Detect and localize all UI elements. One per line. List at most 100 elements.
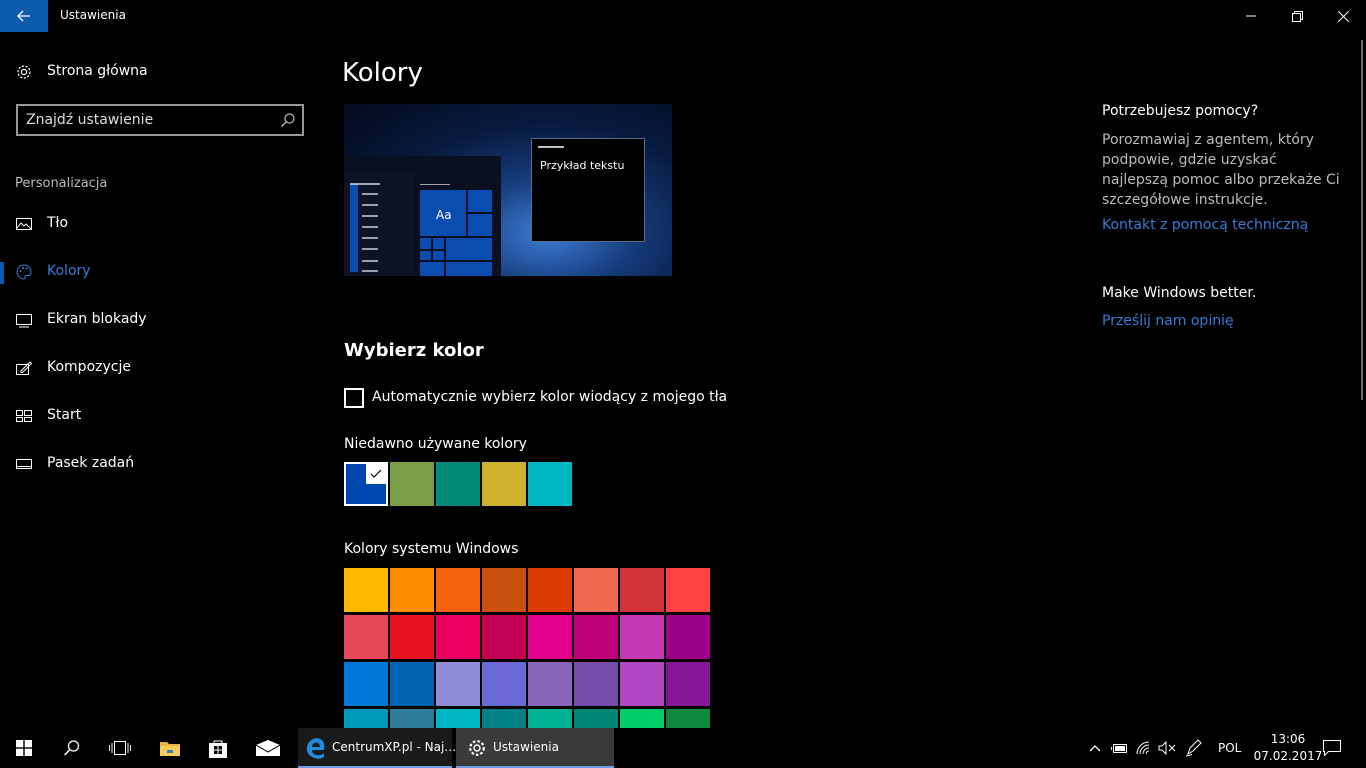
recent-color-swatch[interactable] [482,462,526,506]
themes-icon [16,361,32,375]
scrollbar[interactable] [1361,40,1363,400]
system-color-swatch[interactable] [390,709,434,728]
search-input[interactable] [26,110,276,130]
page-title: Kolory [342,58,423,88]
preview-window-bar [538,146,564,148]
system-color-swatch[interactable] [620,568,664,612]
system-color-swatch[interactable] [344,709,388,728]
sidebar-item-lock-screen[interactable]: Ekran blokady [0,300,330,340]
recent-color-swatch[interactable] [436,462,480,506]
sidebar-item-taskbar[interactable]: Pasek zadań [0,444,330,484]
edge-icon [306,738,325,759]
mail-button[interactable] [244,728,292,768]
system-color-swatch[interactable] [482,568,526,612]
system-color-swatch[interactable] [436,615,480,659]
system-color-swatch[interactable] [528,709,572,728]
system-color-swatch[interactable] [436,662,480,706]
system-color-swatch[interactable] [574,568,618,612]
taskbar: CentrumXP.pl - Naj… Ustawienia POL 13:06… [0,728,1366,768]
task-view-button[interactable] [96,728,144,768]
system-color-swatch[interactable] [574,615,618,659]
windows-logo-icon [16,740,32,756]
start-button[interactable] [0,728,48,768]
auto-accent-label: Automatycznie wybierz kolor wiodący z mo… [372,389,728,405]
taskbar-app-settings[interactable]: Ustawienia [456,728,614,768]
theme-preview: Aa Przykład tekstu [344,104,672,276]
sidebar-item-colors[interactable]: Kolory [0,252,330,292]
close-button[interactable] [1320,0,1366,32]
recent-color-swatch[interactable] [344,462,388,506]
store-button[interactable] [194,728,242,768]
sidebar-item-label: Kolory [47,263,91,279]
system-color-swatch[interactable] [436,568,480,612]
sidebar-item-label: Kompozycje [47,359,131,375]
battery-tray[interactable] [1110,738,1130,758]
input-language[interactable]: POL [1218,741,1241,755]
system-color-swatch[interactable] [482,662,526,706]
system-color-swatch[interactable] [436,709,480,728]
start-icon [16,410,32,422]
system-color-swatch[interactable] [666,568,710,612]
clock-time[interactable]: 13:06 [1268,732,1308,746]
home-nav-item[interactable]: Strona główna [0,52,330,92]
checkmark-icon [366,464,386,484]
system-color-swatch[interactable] [620,709,664,728]
search-icon [281,113,295,127]
settings-search-box[interactable] [16,104,304,136]
system-color-swatch[interactable] [482,615,526,659]
mail-icon [256,740,280,756]
system-color-swatch[interactable] [666,709,710,728]
volume-tray[interactable] [1157,738,1177,758]
file-explorer-button[interactable] [146,728,194,768]
recent-colors-heading: Niedawno używane kolory [344,436,527,452]
minimize-button[interactable] [1228,0,1274,32]
clock-date[interactable]: 07.02.2017 [1253,749,1323,763]
system-color-swatch[interactable] [390,568,434,612]
preview-tiles [420,184,492,276]
taskbar-icon [16,459,32,469]
sidebar-item-background[interactable]: Tło [0,204,330,244]
system-color-swatch[interactable] [528,615,572,659]
system-color-swatch[interactable] [666,662,710,706]
system-color-swatch[interactable] [390,662,434,706]
taskbar-app-label: CentrumXP.pl - Naj… [332,740,457,754]
system-color-swatch[interactable] [344,568,388,612]
sidebar-item-themes[interactable]: Kompozycje [0,348,330,388]
system-color-swatch[interactable] [620,615,664,659]
preview-sample-text: Przykład tekstu [540,159,625,172]
minimize-icon [1246,15,1256,17]
system-color-swatch[interactable] [528,662,572,706]
help-title: Potrzebujesz pomocy? [1102,103,1259,119]
back-button[interactable] [0,0,48,32]
picture-icon [16,218,32,230]
sidebar-item-start[interactable]: Start [0,396,330,436]
preview-start-list [344,174,414,276]
battery-icon [1111,744,1127,753]
home-label: Strona główna [47,63,148,79]
recent-color-swatch[interactable] [528,462,572,506]
auto-accent-checkbox[interactable] [344,388,364,408]
search-button[interactable] [48,728,96,768]
action-center-button[interactable] [1322,738,1342,758]
pen-tray[interactable] [1184,738,1204,758]
preview-tile-text: Aa [436,208,452,222]
support-link[interactable]: Kontakt z pomocą techniczną [1102,217,1308,233]
system-color-swatch[interactable] [344,615,388,659]
feedback-link[interactable]: Prześlij nam opinię [1102,313,1234,329]
taskbar-app-edge[interactable]: CentrumXP.pl - Naj… [298,728,456,768]
system-color-swatch[interactable] [620,662,664,706]
system-color-swatch[interactable] [574,662,618,706]
show-hidden-icons[interactable] [1085,738,1105,758]
system-color-swatch[interactable] [390,615,434,659]
system-color-swatch[interactable] [482,709,526,728]
arrow-left-icon [17,10,30,22]
system-color-swatch[interactable] [666,615,710,659]
pen-icon [1185,739,1202,757]
restore-button[interactable] [1274,0,1320,32]
system-color-swatch[interactable] [528,568,572,612]
network-tray[interactable] [1134,738,1154,758]
recent-color-swatch[interactable] [390,462,434,506]
system-color-swatch[interactable] [574,709,618,728]
system-color-swatch[interactable] [344,662,388,706]
sidebar-item-label: Start [47,407,82,423]
